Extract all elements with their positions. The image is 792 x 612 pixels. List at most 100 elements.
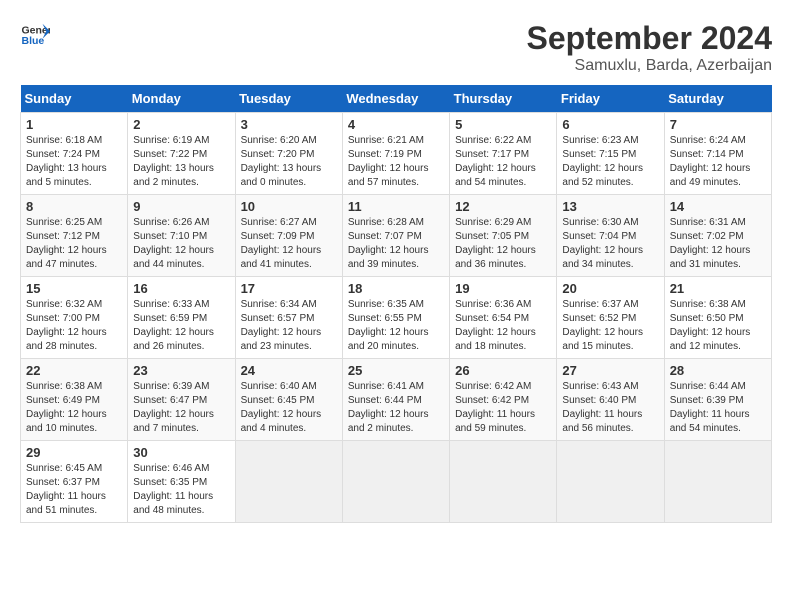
calendar-day-cell: 30 Sunrise: 6:46 AM Sunset: 6:35 PM Dayl…	[128, 441, 235, 523]
calendar-day-cell: 5 Sunrise: 6:22 AM Sunset: 7:17 PM Dayli…	[450, 113, 557, 195]
calendar-day-cell: 6 Sunrise: 6:23 AM Sunset: 7:15 PM Dayli…	[557, 113, 664, 195]
day-number: 12	[455, 199, 551, 214]
col-sunday: Sunday	[21, 85, 128, 113]
calendar-day-cell	[235, 441, 342, 523]
day-number: 16	[133, 281, 229, 296]
day-info: Sunrise: 6:45 AM Sunset: 6:37 PM Dayligh…	[26, 462, 122, 518]
day-info: Sunrise: 6:19 AM Sunset: 7:22 PM Dayligh…	[133, 134, 229, 190]
day-info: Sunrise: 6:22 AM Sunset: 7:17 PM Dayligh…	[455, 134, 551, 190]
day-number: 14	[670, 199, 766, 214]
calendar-day-cell: 15 Sunrise: 6:32 AM Sunset: 7:00 PM Dayl…	[21, 277, 128, 359]
day-number: 4	[348, 117, 444, 132]
day-info: Sunrise: 6:24 AM Sunset: 7:14 PM Dayligh…	[670, 134, 766, 190]
day-number: 21	[670, 281, 766, 296]
day-number: 5	[455, 117, 551, 132]
calendar-week-row: 22 Sunrise: 6:38 AM Sunset: 6:49 PM Dayl…	[21, 359, 772, 441]
calendar-day-cell: 29 Sunrise: 6:45 AM Sunset: 6:37 PM Dayl…	[21, 441, 128, 523]
day-info: Sunrise: 6:41 AM Sunset: 6:44 PM Dayligh…	[348, 380, 444, 436]
calendar-day-cell: 14 Sunrise: 6:31 AM Sunset: 7:02 PM Dayl…	[664, 195, 771, 277]
col-wednesday: Wednesday	[342, 85, 449, 113]
calendar-day-cell: 7 Sunrise: 6:24 AM Sunset: 7:14 PM Dayli…	[664, 113, 771, 195]
day-number: 19	[455, 281, 551, 296]
calendar-day-cell: 22 Sunrise: 6:38 AM Sunset: 6:49 PM Dayl…	[21, 359, 128, 441]
day-number: 26	[455, 363, 551, 378]
location: Samuxlu, Barda, Azerbaijan	[527, 57, 772, 75]
day-number: 25	[348, 363, 444, 378]
calendar-week-row: 8 Sunrise: 6:25 AM Sunset: 7:12 PM Dayli…	[21, 195, 772, 277]
day-number: 2	[133, 117, 229, 132]
calendar-day-cell: 19 Sunrise: 6:36 AM Sunset: 6:54 PM Dayl…	[450, 277, 557, 359]
calendar-day-cell: 13 Sunrise: 6:30 AM Sunset: 7:04 PM Dayl…	[557, 195, 664, 277]
day-number: 20	[562, 281, 658, 296]
day-number: 6	[562, 117, 658, 132]
day-info: Sunrise: 6:37 AM Sunset: 6:52 PM Dayligh…	[562, 298, 658, 354]
day-number: 22	[26, 363, 122, 378]
col-saturday: Saturday	[664, 85, 771, 113]
day-info: Sunrise: 6:27 AM Sunset: 7:09 PM Dayligh…	[241, 216, 337, 272]
day-info: Sunrise: 6:39 AM Sunset: 6:47 PM Dayligh…	[133, 380, 229, 436]
day-number: 8	[26, 199, 122, 214]
day-info: Sunrise: 6:44 AM Sunset: 6:39 PM Dayligh…	[670, 380, 766, 436]
calendar-day-cell: 17 Sunrise: 6:34 AM Sunset: 6:57 PM Dayl…	[235, 277, 342, 359]
day-info: Sunrise: 6:18 AM Sunset: 7:24 PM Dayligh…	[26, 134, 122, 190]
day-number: 27	[562, 363, 658, 378]
day-info: Sunrise: 6:46 AM Sunset: 6:35 PM Dayligh…	[133, 462, 229, 518]
day-number: 3	[241, 117, 337, 132]
calendar-day-cell: 10 Sunrise: 6:27 AM Sunset: 7:09 PM Dayl…	[235, 195, 342, 277]
day-info: Sunrise: 6:26 AM Sunset: 7:10 PM Dayligh…	[133, 216, 229, 272]
day-info: Sunrise: 6:23 AM Sunset: 7:15 PM Dayligh…	[562, 134, 658, 190]
day-number: 15	[26, 281, 122, 296]
calendar-day-cell: 24 Sunrise: 6:40 AM Sunset: 6:45 PM Dayl…	[235, 359, 342, 441]
calendar-day-cell: 28 Sunrise: 6:44 AM Sunset: 6:39 PM Dayl…	[664, 359, 771, 441]
day-info: Sunrise: 6:30 AM Sunset: 7:04 PM Dayligh…	[562, 216, 658, 272]
day-number: 11	[348, 199, 444, 214]
day-number: 29	[26, 445, 122, 460]
calendar-day-cell: 23 Sunrise: 6:39 AM Sunset: 6:47 PM Dayl…	[128, 359, 235, 441]
calendar-day-cell: 18 Sunrise: 6:35 AM Sunset: 6:55 PM Dayl…	[342, 277, 449, 359]
calendar-table: Sunday Monday Tuesday Wednesday Thursday…	[20, 85, 772, 523]
day-info: Sunrise: 6:34 AM Sunset: 6:57 PM Dayligh…	[241, 298, 337, 354]
day-number: 1	[26, 117, 122, 132]
day-number: 10	[241, 199, 337, 214]
day-number: 13	[562, 199, 658, 214]
day-number: 7	[670, 117, 766, 132]
svg-text:Blue: Blue	[22, 35, 45, 47]
day-info: Sunrise: 6:40 AM Sunset: 6:45 PM Dayligh…	[241, 380, 337, 436]
day-number: 28	[670, 363, 766, 378]
day-number: 9	[133, 199, 229, 214]
col-tuesday: Tuesday	[235, 85, 342, 113]
calendar-day-cell: 1 Sunrise: 6:18 AM Sunset: 7:24 PM Dayli…	[21, 113, 128, 195]
day-info: Sunrise: 6:38 AM Sunset: 6:50 PM Dayligh…	[670, 298, 766, 354]
day-number: 17	[241, 281, 337, 296]
day-info: Sunrise: 6:28 AM Sunset: 7:07 PM Dayligh…	[348, 216, 444, 272]
page-header: General Blue September 2024 Samuxlu, Bar…	[20, 20, 772, 75]
calendar-day-cell: 21 Sunrise: 6:38 AM Sunset: 6:50 PM Dayl…	[664, 277, 771, 359]
calendar-day-cell: 26 Sunrise: 6:42 AM Sunset: 6:42 PM Dayl…	[450, 359, 557, 441]
day-number: 18	[348, 281, 444, 296]
calendar-week-row: 1 Sunrise: 6:18 AM Sunset: 7:24 PM Dayli…	[21, 113, 772, 195]
col-thursday: Thursday	[450, 85, 557, 113]
day-info: Sunrise: 6:32 AM Sunset: 7:00 PM Dayligh…	[26, 298, 122, 354]
calendar-day-cell: 4 Sunrise: 6:21 AM Sunset: 7:19 PM Dayli…	[342, 113, 449, 195]
calendar-day-cell	[557, 441, 664, 523]
calendar-day-cell	[450, 441, 557, 523]
day-info: Sunrise: 6:38 AM Sunset: 6:49 PM Dayligh…	[26, 380, 122, 436]
day-info: Sunrise: 6:42 AM Sunset: 6:42 PM Dayligh…	[455, 380, 551, 436]
day-info: Sunrise: 6:31 AM Sunset: 7:02 PM Dayligh…	[670, 216, 766, 272]
calendar-day-cell: 25 Sunrise: 6:41 AM Sunset: 6:44 PM Dayl…	[342, 359, 449, 441]
logo: General Blue	[20, 20, 50, 50]
calendar-day-cell: 16 Sunrise: 6:33 AM Sunset: 6:59 PM Dayl…	[128, 277, 235, 359]
calendar-day-cell: 8 Sunrise: 6:25 AM Sunset: 7:12 PM Dayli…	[21, 195, 128, 277]
day-info: Sunrise: 6:35 AM Sunset: 6:55 PM Dayligh…	[348, 298, 444, 354]
calendar-day-cell: 9 Sunrise: 6:26 AM Sunset: 7:10 PM Dayli…	[128, 195, 235, 277]
calendar-day-cell: 3 Sunrise: 6:20 AM Sunset: 7:20 PM Dayli…	[235, 113, 342, 195]
day-info: Sunrise: 6:36 AM Sunset: 6:54 PM Dayligh…	[455, 298, 551, 354]
calendar-day-cell: 2 Sunrise: 6:19 AM Sunset: 7:22 PM Dayli…	[128, 113, 235, 195]
day-number: 30	[133, 445, 229, 460]
calendar-week-row: 15 Sunrise: 6:32 AM Sunset: 7:00 PM Dayl…	[21, 277, 772, 359]
calendar-day-cell	[342, 441, 449, 523]
day-number: 24	[241, 363, 337, 378]
day-info: Sunrise: 6:29 AM Sunset: 7:05 PM Dayligh…	[455, 216, 551, 272]
day-info: Sunrise: 6:20 AM Sunset: 7:20 PM Dayligh…	[241, 134, 337, 190]
day-info: Sunrise: 6:21 AM Sunset: 7:19 PM Dayligh…	[348, 134, 444, 190]
